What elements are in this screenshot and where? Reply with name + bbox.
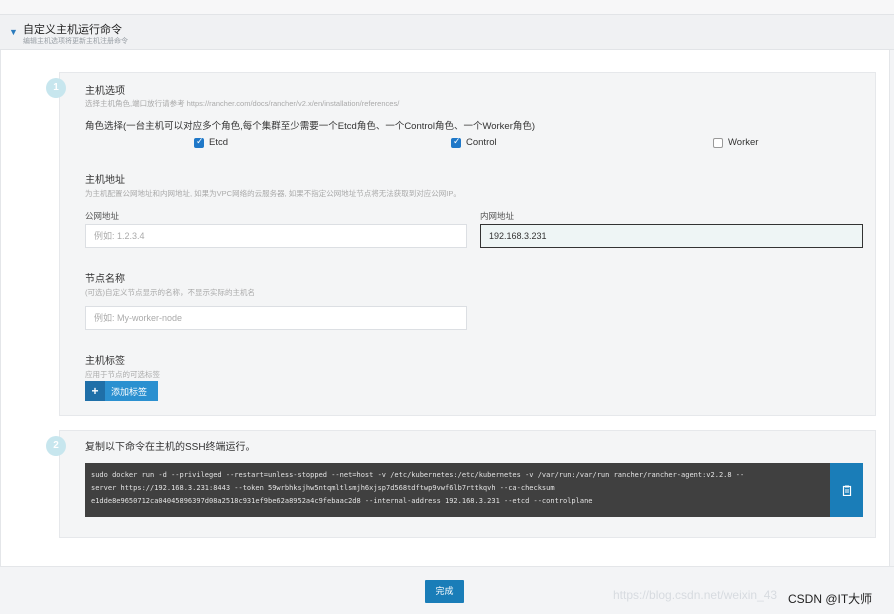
caret-down-icon[interactable]: ▼ — [9, 27, 18, 37]
command-title: 复制以下命令在主机的SSH终端运行。 — [85, 442, 256, 453]
done-button[interactable]: 完成 — [425, 580, 464, 603]
host-options-help: 选择主机角色,端口放行请参考 https://rancher.com/docs/… — [85, 99, 400, 108]
host-labels-help: 应用于节点的可选标签 — [85, 370, 160, 379]
command-line: e1dde8e9650712ca04045896397d08a2518c931e… — [91, 497, 593, 505]
checkbox-unchecked-icon[interactable] — [713, 137, 723, 148]
private-address-input[interactable]: 192.168.3.231 — [480, 224, 863, 248]
control-label: Control — [466, 137, 497, 148]
copy-button[interactable] — [830, 463, 863, 517]
section-title: 自定义主机运行命令 — [23, 24, 122, 36]
add-label-button[interactable]: + 添加标签 — [85, 381, 158, 401]
private-address-label: 内网地址 — [480, 211, 515, 221]
command-line: sudo docker run -d --privileged --restar… — [91, 471, 745, 479]
command-box[interactable]: sudo docker run -d --privileged --restar… — [85, 463, 831, 517]
checkbox-checked-icon[interactable] — [451, 136, 461, 148]
top-strip — [0, 0, 894, 14]
public-address-label: 公网地址 — [85, 211, 120, 221]
node-name-help: (可选)自定义节点显示的名称，不显示实际的主机名 — [85, 288, 255, 297]
section-subtitle: 编辑主机选项将更新主机注册命令 — [23, 38, 128, 45]
checkbox-checked-icon[interactable] — [194, 136, 204, 148]
public-address-input[interactable]: 例如: 1.2.3.4 — [85, 224, 467, 248]
host-address-help: 为主机配置公网地址和内网地址, 如果为VPC网络的云服务器, 如果不指定公网地址… — [85, 189, 461, 198]
add-label-text: 添加标签 — [111, 386, 148, 397]
watermark-csdn: CSDN @IT大师 — [788, 592, 873, 606]
command-line: server https://192.168.3.231:8443 --toke… — [91, 484, 555, 492]
step-badge-1: 1 — [46, 78, 66, 98]
plus-icon: + — [85, 381, 105, 401]
control-checkbox[interactable]: Control — [451, 136, 497, 148]
node-name-input[interactable]: 例如: My-worker-node — [85, 306, 467, 330]
host-options-title: 主机选项 — [85, 86, 125, 97]
accordion-header[interactable]: ▼ 自定义主机运行命令 编辑主机选项将更新主机注册命令 — [0, 14, 894, 50]
worker-label: Worker — [728, 137, 759, 148]
footer-divider — [0, 566, 894, 567]
host-labels-title: 主机标签 — [85, 356, 125, 367]
step-badge-2: 2 — [46, 436, 66, 456]
worker-checkbox[interactable]: Worker — [713, 137, 758, 148]
watermark-faint: https://blog.csdn.net/weixin_43 — [613, 588, 778, 602]
etcd-checkbox[interactable]: Etcd — [194, 136, 229, 148]
clipboard-icon — [842, 485, 851, 496]
roles-label: 角色选择(一台主机可以对应多个角色,每个集群至少需要一个Etcd角色、一个Con… — [85, 121, 536, 132]
etcd-label: Etcd — [209, 137, 229, 148]
host-address-title: 主机地址 — [85, 175, 125, 186]
node-name-title: 节点名称 — [85, 274, 125, 285]
